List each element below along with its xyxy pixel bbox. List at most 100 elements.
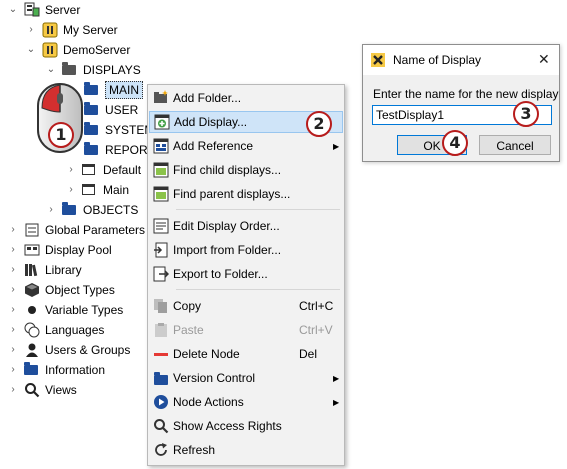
folder-icon [153,370,169,386]
tree-node-library[interactable]: › Library [8,261,81,279]
chevron-right-icon[interactable]: › [8,301,18,319]
chevron-down-icon[interactable]: ⌄ [46,61,56,79]
submenu-arrow-icon: ▶ [333,397,340,407]
delete-icon [153,346,169,362]
tree-node-languages[interactable]: › Languages [8,321,104,339]
folder-icon [84,102,100,118]
chevron-down-icon[interactable]: ⌄ [26,41,36,59]
import-icon [153,242,169,258]
library-icon [24,262,40,278]
context-menu: Add Folder... Add Display... Add Referen… [147,84,345,466]
tree-node-main[interactable]: MAIN [84,81,143,99]
tree-node-main-display[interactable]: › Main [66,181,129,199]
folder-icon [62,202,78,218]
paste-icon [153,322,169,338]
tree-node-variable-types[interactable]: › Variable Types [8,301,123,319]
tree-label: Display Pool [45,243,112,257]
tree-node-user[interactable]: USER [84,101,138,119]
search-icon [153,418,169,434]
folder-icon [84,122,100,138]
submenu-arrow-icon: ▶ [333,141,340,151]
submenu-arrow-icon: ▶ [333,373,340,383]
tree-node-objects[interactable]: › OBJECTS [46,201,138,219]
menu-item-add-folder[interactable]: Add Folder... [149,87,343,109]
display-icon [82,162,98,178]
find-parent-icon [153,186,169,202]
menu-item-version-control[interactable]: Version Control ▶ [149,367,343,389]
step-4-badge: 4 [442,130,468,156]
tree-node-default[interactable]: › Default [66,161,141,179]
tree-node-global-parameters[interactable]: › Global Parameters [8,221,145,239]
menu-item-delete-node[interactable]: Delete Node Del [149,343,343,365]
tree-node-report[interactable]: REPORT [84,141,155,159]
close-icon[interactable]: ✕ [538,51,550,68]
tree-node-views[interactable]: › Views [8,381,77,399]
chevron-right-icon[interactable]: › [26,21,36,39]
chevron-right-icon[interactable]: › [8,221,18,239]
tree-node-server[interactable]: ⌄ Server [8,1,80,19]
step-2-badge: 2 [306,111,332,137]
chevron-right-icon[interactable]: › [66,181,76,199]
menu-item-export-folder[interactable]: Export to Folder... [149,263,343,285]
folder-icon [24,362,40,378]
folder-open-icon [62,62,78,78]
menu-item-import-folder[interactable]: Import from Folder... [149,239,343,261]
tree-node-displays[interactable]: ⌄ DISPLAYS [46,61,141,79]
tree-label: Default [103,163,142,177]
menu-item-show-access-rights[interactable]: Show Access Rights [149,415,343,437]
chevron-right-icon[interactable]: › [66,161,76,179]
menu-item-add-reference[interactable]: Add Reference ▶ [149,135,343,157]
menu-item-find-child[interactable]: Find child displays... [149,159,343,181]
step-3-badge: 3 [513,101,539,127]
menu-separator [176,209,340,210]
tree-node-my-server[interactable]: › My Server [26,21,118,39]
tree-label: Information [45,363,106,377]
tree-label: MAIN [105,81,143,99]
menu-item-find-parent[interactable]: Find parent displays... [149,183,343,205]
tree-label: Object Types [45,283,115,297]
tree-node-display-pool[interactable]: › Display Pool [8,241,112,259]
tree-node-information[interactable]: › Information [8,361,105,379]
folder-icon [84,82,100,98]
project-icon [42,42,58,58]
chevron-right-icon[interactable]: › [8,241,18,259]
menu-item-node-actions[interactable]: Node Actions ▶ [149,391,343,413]
tree-node-system[interactable]: SYSTEM [84,121,154,139]
cancel-button[interactable]: Cancel [479,135,551,155]
find-child-icon [153,162,169,178]
chevron-right-icon[interactable]: › [8,281,18,299]
tree-node-object-types[interactable]: › Object Types [8,281,115,299]
chevron-right-icon[interactable]: › [8,261,18,279]
tree-label: My Server [63,23,118,37]
chevron-right-icon[interactable]: › [8,381,18,399]
menu-item-copy[interactable]: Copy Ctrl+C [149,295,343,317]
tree-node-users-groups[interactable]: › Users & Groups [8,341,130,359]
shortcut-label: Ctrl+C [299,299,334,313]
tree-label: USER [105,103,139,117]
menu-item-refresh[interactable]: Refresh [149,439,343,461]
dot-icon [24,302,40,318]
tree-label: Global Parameters [45,223,146,237]
project-icon [42,22,58,38]
chevron-right-icon[interactable]: › [46,201,56,219]
chevron-right-icon[interactable]: › [8,341,18,359]
server-icon [24,2,40,18]
chevron-right-icon[interactable]: › [8,321,18,339]
parameters-icon [24,222,40,238]
menu-item-edit-display-order[interactable]: Edit Display Order... [149,215,343,237]
menu-item-paste[interactable]: Paste Ctrl+V [149,319,343,341]
add-display-icon [154,114,170,130]
shortcut-label: Ctrl+V [299,323,333,337]
chevron-right-icon[interactable]: › [8,361,18,379]
export-icon [153,266,169,282]
chevron-down-icon[interactable]: ⌄ [8,1,18,19]
copy-icon [153,298,169,314]
play-icon [153,394,169,410]
tree-label: Variable Types [45,303,124,317]
tree-node-demo-server[interactable]: ⌄ DemoServer [26,41,130,59]
tree-label: Server [45,3,81,17]
tree-label: Users & Groups [45,343,131,357]
tree-label: Languages [45,323,105,337]
shortcut-label: Del [299,347,318,361]
add-reference-icon [153,138,169,154]
